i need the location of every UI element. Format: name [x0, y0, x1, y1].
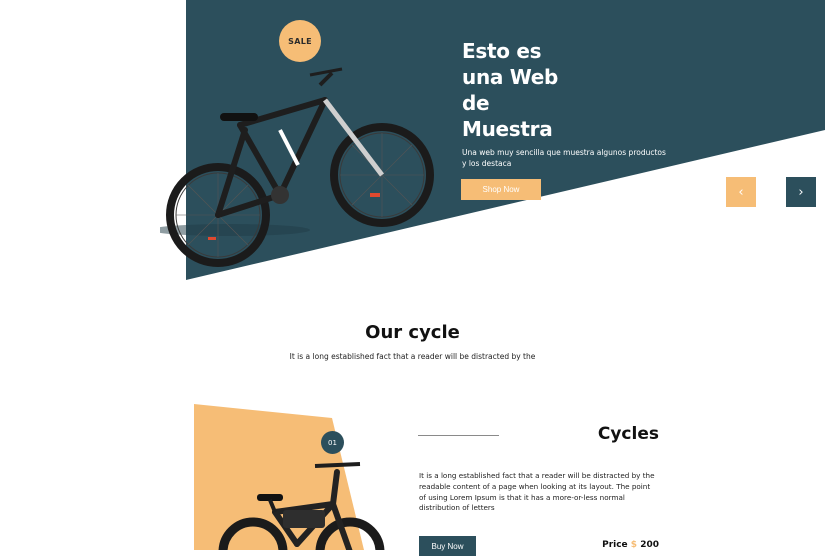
price-value: 200	[640, 540, 659, 550]
hero-title-line: de	[462, 91, 490, 115]
carousel-next-button[interactable]: ›	[786, 177, 816, 207]
buy-now-button[interactable]: Buy Now	[419, 536, 476, 556]
price-label: Price	[602, 540, 628, 550]
hero-title-line: una Web	[462, 65, 559, 89]
hero-bike-image	[160, 67, 434, 267]
chevron-right-icon: ›	[798, 184, 804, 200]
hero-title-line: Muestra	[462, 117, 553, 141]
product-number-badge: 01	[321, 431, 344, 454]
hero-subtitle: Una web muy sencilla que muestra algunos…	[462, 148, 666, 168]
shop-now-button[interactable]: Shop Now	[461, 179, 541, 200]
product-bike-image	[218, 462, 385, 550]
product-title: Cycles	[597, 424, 659, 444]
hero-title: Esto es una Web de Muestra	[462, 38, 602, 142]
section-subtitle: It is a long established fact that a rea…	[289, 352, 536, 361]
section-title: Our cycle	[365, 322, 460, 343]
carousel-prev-button[interactable]: ‹	[726, 177, 756, 207]
price-currency: $	[630, 540, 638, 550]
product-description: It is a long established fact that a rea…	[419, 471, 655, 513]
chevron-left-icon: ‹	[738, 184, 744, 200]
product-price: Price $ 200	[560, 540, 659, 550]
product-divider	[418, 435, 499, 436]
sale-badge: SALE	[279, 20, 321, 62]
hero-title-line: Esto es	[462, 39, 542, 63]
